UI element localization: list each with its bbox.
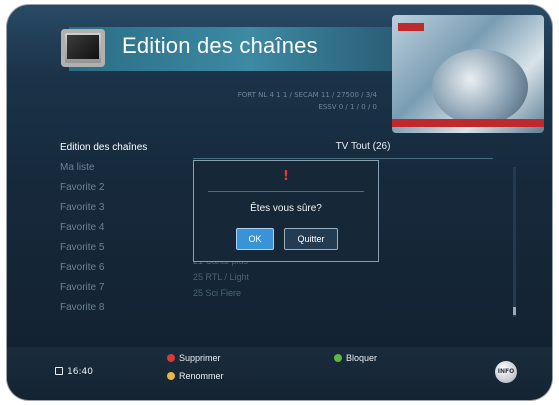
rename-hint[interactable]: Renommer xyxy=(167,371,224,381)
scrollbar-thumb[interactable] xyxy=(513,307,516,315)
green-button-icon xyxy=(334,354,342,362)
menu-item-favorite-7[interactable]: Favorite 7 xyxy=(60,278,180,298)
tv-icon xyxy=(61,29,105,67)
menu-item-favorite-8[interactable]: Favorite 8 xyxy=(60,298,180,318)
ok-button[interactable]: OK xyxy=(236,228,274,250)
delete-label: Supprimer xyxy=(179,353,221,363)
signal-info-line-2: ESSV 0 / 1 / 0 / 0 xyxy=(318,103,377,111)
lock-hint[interactable]: Bloquer xyxy=(334,353,377,363)
page-title: Edition des chaînes xyxy=(122,33,318,58)
tv-screen: Edition des chaînes FORT NL 4 1 1 / SECA… xyxy=(7,5,552,400)
menu-item-ma-liste[interactable]: Ma liste xyxy=(60,158,180,178)
menu-item-favorite-3[interactable]: Favorite 3 xyxy=(60,198,180,218)
channel-row[interactable]: 25 RTL / Light xyxy=(193,269,393,285)
menu-item-favorite-5[interactable]: Favorite 5 xyxy=(60,238,180,258)
channel-list-header: TV Tout (26) xyxy=(193,138,493,159)
clock: 16:40 xyxy=(55,367,93,377)
dialog-divider xyxy=(208,191,364,192)
quit-button[interactable]: Quitter xyxy=(284,228,338,250)
menu-item-edition[interactable]: Edition des chaînes xyxy=(60,138,180,158)
dialog-message: Êtes vous sûre? xyxy=(250,203,322,214)
delete-hint[interactable]: Supprimer xyxy=(167,353,221,363)
info-button[interactable]: INFO xyxy=(495,361,517,383)
menu-item-favorite-4[interactable]: Favorite 4 xyxy=(60,218,180,238)
warning-icon: ! xyxy=(283,169,289,184)
favorites-menu: Edition des chaînes Ma liste Favorite 2 … xyxy=(60,138,180,318)
signal-info-line-1: FORT NL 4 1 1 / SECAM 11 / 27500 / 3/4 xyxy=(237,91,377,99)
menu-item-favorite-2[interactable]: Favorite 2 xyxy=(60,178,180,198)
confirm-dialog: ! Êtes vous sûre? OK Quitter xyxy=(193,160,379,262)
red-button-icon xyxy=(167,354,175,362)
rename-label: Renommer xyxy=(179,371,224,381)
menu-item-favorite-6[interactable]: Favorite 6 xyxy=(60,258,180,278)
footer-bar: 16:40 Supprimer Renommer Bloquer INFO xyxy=(7,347,552,400)
lock-label: Bloquer xyxy=(346,353,378,363)
yellow-button-icon xyxy=(167,372,175,380)
list-scrollbar[interactable] xyxy=(513,167,516,317)
channel-preview xyxy=(392,15,544,133)
clock-icon xyxy=(55,367,63,375)
clock-time: 16:40 xyxy=(67,367,93,377)
channel-row[interactable]: 25 Sci Fiere xyxy=(193,285,393,301)
